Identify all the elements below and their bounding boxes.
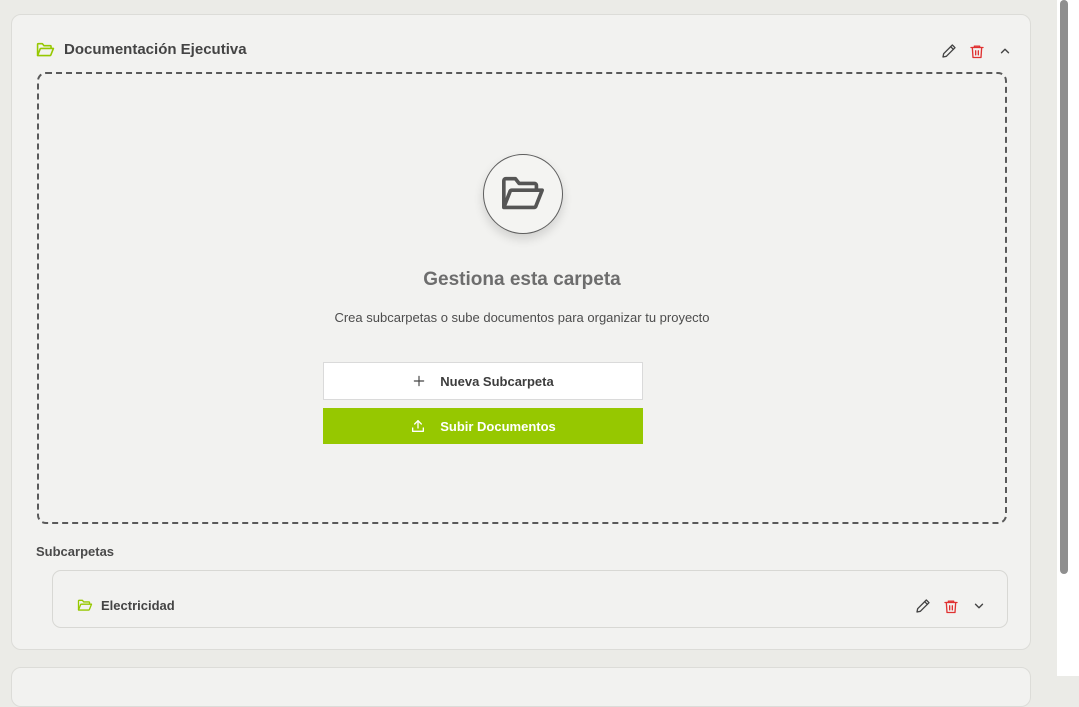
edit-pencil-icon[interactable] (914, 597, 932, 615)
folder-open-icon (483, 154, 563, 234)
chevron-down-icon[interactable] (970, 597, 988, 615)
subfolder-header[interactable]: Electricidad (77, 598, 175, 613)
subfolder-title: Electricidad (101, 598, 175, 613)
folder-open-icon (77, 599, 93, 612)
page-scrollbar[interactable] (1057, 0, 1079, 676)
folder-card: Documentación Ejecutiva Gestiona esta ca… (11, 14, 1031, 650)
new-subfolder-button[interactable]: Nueva Subcarpeta (323, 362, 643, 400)
delete-trash-icon[interactable] (968, 42, 986, 60)
scrollbar-thumb[interactable] (1060, 0, 1068, 574)
subfolder-actions (914, 597, 988, 615)
next-folder-card (11, 667, 1031, 707)
upload-icon (410, 418, 426, 434)
delete-trash-icon[interactable] (942, 597, 960, 615)
folder-open-icon (36, 42, 55, 58)
upload-dropzone[interactable]: Gestiona esta carpeta Crea subcarpetas o… (37, 72, 1007, 524)
folder-header[interactable]: Documentación Ejecutiva (36, 41, 247, 58)
folder-title: Documentación Ejecutiva (64, 41, 247, 58)
plus-icon (412, 374, 426, 388)
dropzone-title: Gestiona esta carpeta (423, 269, 621, 290)
dropzone-description: Crea subcarpetas o sube documentos para … (334, 310, 710, 325)
subfolders-heading: Subcarpetas (36, 544, 115, 559)
chevron-up-icon[interactable] (996, 42, 1014, 60)
upload-documents-button[interactable]: Subir Documentos (323, 408, 643, 444)
new-subfolder-label: Nueva Subcarpeta (440, 373, 554, 389)
edit-pencil-icon[interactable] (940, 42, 958, 60)
upload-documents-label: Subir Documentos (440, 418, 556, 434)
subfolder-card: Electricidad (52, 570, 1008, 628)
folder-actions (940, 42, 1014, 60)
